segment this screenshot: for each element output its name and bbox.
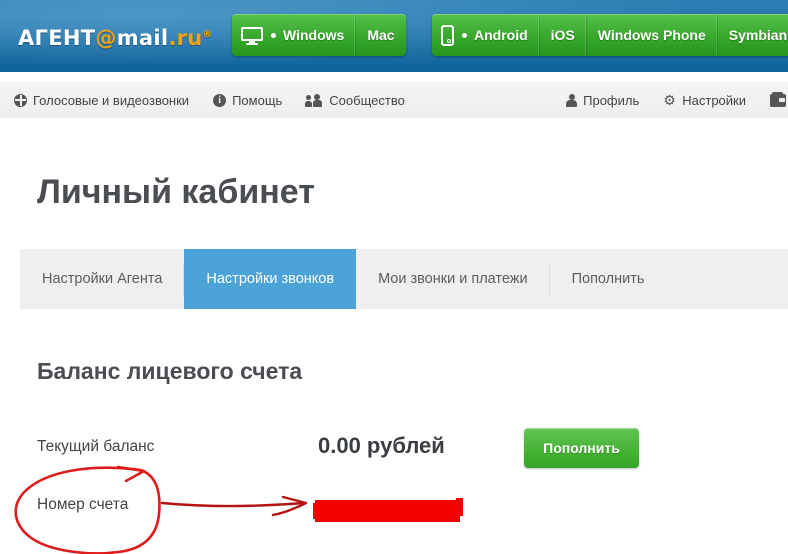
section-title-balance: Баланс лицевого счета bbox=[37, 358, 303, 384]
nav-item-help-label: Помощь bbox=[232, 92, 283, 108]
platform-tab-ios[interactable]: iOS bbox=[540, 14, 587, 56]
person-icon bbox=[566, 93, 578, 107]
tab-agent-settings-label: Настройки Агента bbox=[42, 271, 163, 287]
navbar-right-group: Профиль ⚙ Настройки bbox=[542, 82, 788, 118]
platform-tab-windows-phone-label: Windows Phone bbox=[597, 27, 706, 43]
phone-icon bbox=[441, 24, 454, 46]
tab-call-settings-label: Настройки звонков bbox=[206, 271, 335, 287]
nav-item-voice-video-calls-label: Голосовые и видеозвонки bbox=[33, 92, 190, 108]
logo-trademark: ® bbox=[202, 29, 213, 40]
logo-text-ru: .ru bbox=[168, 26, 203, 50]
nav-item-wallet[interactable] bbox=[770, 91, 788, 107]
globe-icon bbox=[14, 93, 27, 107]
tab-top-up[interactable]: Пополнить bbox=[550, 249, 667, 309]
platform-tab-windows[interactable]: Windows bbox=[232, 14, 357, 56]
tab-my-calls-and-payments-label: Мои звонки и платежи bbox=[378, 271, 528, 287]
nav-item-help[interactable]: i Помощь bbox=[213, 93, 282, 108]
nav-item-community[interactable]: Сообщество bbox=[305, 92, 405, 108]
current-balance-row: Текущий баланс 0.00 рублей Пополнить bbox=[37, 428, 737, 472]
current-balance-value: 0.00 рублей bbox=[318, 433, 445, 458]
site-logo[interactable]: АГЕНТ@mail.ru® bbox=[18, 26, 213, 50]
nav-item-profile-label: Профиль bbox=[583, 92, 640, 108]
platform-tab-windows-label: Windows bbox=[283, 27, 345, 43]
logo-text-agent: АГЕНТ bbox=[18, 26, 96, 50]
tab-my-calls-and-payments[interactable]: Мои звонки и платежи bbox=[356, 249, 550, 309]
page-title: Личный кабинет bbox=[37, 173, 315, 211]
tab-agent-settings[interactable]: Настройки Агента bbox=[20, 249, 185, 309]
nav-item-community-label: Сообщество bbox=[329, 92, 405, 108]
nav-item-settings[interactable]: ⚙ Настройки bbox=[663, 93, 746, 108]
platform-group-mobile: Android iOS Windows Phone Symbian bbox=[432, 14, 788, 56]
header-bottom-strip bbox=[0, 64, 788, 72]
platform-tab-windows-phone[interactable]: Windows Phone bbox=[587, 14, 718, 56]
people-icon bbox=[305, 93, 323, 107]
site-header: АГЕНТ@mail.ru® Windows Mac Android iOS W… bbox=[0, 0, 788, 72]
tab-strip: Настройки Агента Настройки звонков Мои з… bbox=[20, 249, 788, 309]
logo-at-icon: @ bbox=[95, 26, 117, 50]
platform-tab-ios-label: iOS bbox=[550, 27, 575, 43]
monitor-icon bbox=[241, 26, 263, 44]
active-dot bbox=[462, 32, 467, 38]
platform-tab-symbian[interactable]: Symbian bbox=[718, 14, 788, 56]
account-number-row: Номер счета bbox=[37, 488, 737, 528]
tab-top-up-label: Пополнить bbox=[571, 271, 645, 287]
nav-item-settings-label: Настройки bbox=[682, 92, 746, 108]
secondary-navbar: Голосовые и видеозвонки i Помощь Сообщес… bbox=[0, 82, 788, 119]
platform-group-desktop: Windows Mac bbox=[232, 14, 406, 56]
main-content: Личный кабинет Настройки Агента Настройк… bbox=[0, 118, 788, 554]
nav-item-voice-video-calls[interactable]: Голосовые и видеозвонки bbox=[14, 93, 189, 108]
wallet-icon bbox=[770, 91, 786, 107]
platform-tab-android[interactable]: Android bbox=[432, 14, 540, 56]
platform-tab-android-label: Android bbox=[474, 27, 528, 43]
platform-tab-mac[interactable]: Mac bbox=[356, 14, 405, 56]
platform-tab-symbian-label: Symbian bbox=[728, 27, 788, 43]
tab-call-settings[interactable]: Настройки звонков bbox=[184, 249, 357, 309]
page-root: АГЕНТ@mail.ru® Windows Mac Android iOS W… bbox=[0, 0, 788, 554]
current-balance-label: Текущий баланс bbox=[37, 438, 155, 455]
platform-tab-mac-label: Mac bbox=[367, 27, 395, 43]
account-number-redacted-value bbox=[313, 498, 463, 522]
navbar-left-group: Голосовые и видеозвонки i Помощь Сообщес… bbox=[14, 82, 429, 118]
active-dot bbox=[271, 32, 276, 38]
info-icon: i bbox=[213, 93, 227, 107]
account-number-label: Номер счета bbox=[37, 496, 129, 513]
gear-icon: ⚙ bbox=[663, 91, 676, 108]
top-up-button[interactable]: Пополнить bbox=[524, 428, 639, 468]
nav-item-profile[interactable]: Профиль bbox=[566, 93, 639, 108]
logo-text-mail: mail bbox=[116, 26, 169, 50]
